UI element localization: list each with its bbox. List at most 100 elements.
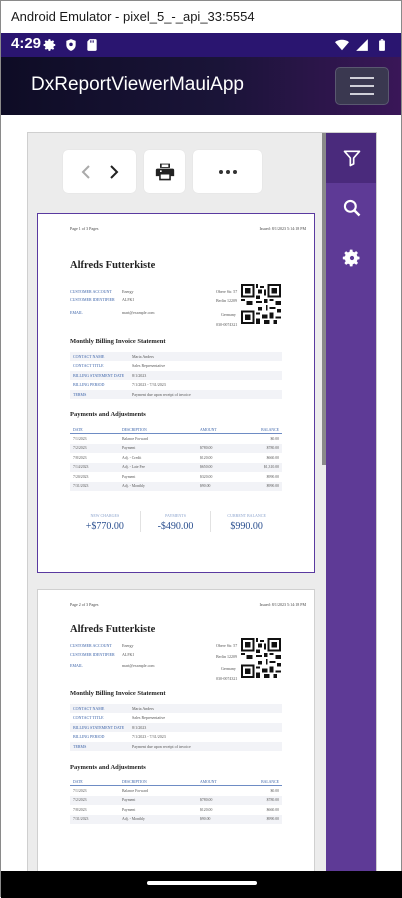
hamburger-menu-icon (350, 77, 374, 79)
hamburger-line (350, 93, 374, 95)
customer-field: CUSTOMER ACCOUNT Energy (70, 289, 133, 294)
header-date: DATE (73, 779, 83, 784)
app-title: DxReportViewerMauiApp (31, 74, 244, 95)
print-button[interactable] (144, 150, 185, 193)
app-bar: DxReportViewerMauiApp (1, 57, 401, 115)
emulator-window: Android Emulator - pixel_5_-_api_33:5554… (0, 0, 402, 898)
address-line: Berlin 12209 (216, 298, 237, 303)
header-amount: AMOUNT (200, 779, 217, 784)
hamburger-line (350, 85, 374, 87)
info-row: CONTACT TITLE Sales Representative (70, 362, 282, 371)
status-time: 4:29 (11, 35, 42, 52)
more-icon (218, 169, 237, 174)
info-value: 7/1/2023 - 7/31/2023 (132, 382, 166, 388)
cell: $320.00 (200, 474, 213, 479)
info-value: 7/1/2023 - 7/31/2023 (132, 734, 166, 740)
address-line: Germany (221, 666, 236, 671)
payments-body: 7/1/2023 Balance Forward $0.00 7/2/2023 Pay… (70, 434, 282, 491)
window-title: Android Emulator - pixel_5_-_api_33:5554 (1, 1, 401, 33)
info-row: BILLING PERIOD 7/1/2023 - 7/31/2023 (70, 381, 282, 390)
info-key: CONTACT NAME (73, 353, 105, 359)
table-row: 7/8/2023 Adj. - Credit $120.00 $660.00 (70, 453, 282, 463)
chevron-left-icon[interactable] (79, 164, 93, 180)
cell: $990.00 (266, 484, 279, 489)
field-key: CUSTOMER IDENTIFIER (70, 652, 115, 657)
cell: $90.00 (200, 817, 211, 822)
summary-value: -$490.00 (157, 521, 194, 532)
viewer-sidebar (326, 133, 376, 876)
cell: $990.00 (266, 474, 279, 479)
address-line: 030-0074321 (216, 676, 238, 681)
info-key: BILLING PERIOD (73, 382, 105, 388)
home-gesture-handle[interactable] (147, 881, 257, 885)
page-nav-group (63, 150, 136, 193)
table-row: 7/1/2023 Balance Forward $0.00 (70, 434, 282, 444)
table-row: 7/8/2023 Payment $120.00 $660.00 (70, 805, 282, 815)
qr-code (241, 284, 281, 324)
cell: $780.00 (200, 798, 213, 803)
info-row: BILLING PERIOD 7/1/2023 - 7/31/2023 (70, 733, 282, 742)
info-key: BILLING STATEMENT DATE (73, 372, 125, 378)
page-number-label: Page 1 of 3 Pages (70, 226, 99, 231)
cell: Payment (122, 798, 136, 803)
more-button[interactable] (193, 150, 262, 193)
cell: 7/20/2023 (73, 474, 89, 479)
cell: 7/31/2023 (73, 484, 89, 489)
android-nav-bar (1, 871, 402, 898)
customer-field: CUSTOMER IDENTIFIER ALFKI (70, 297, 134, 302)
summary-box: NEW CHARGES +$770.00 (70, 511, 141, 532)
filter-button[interactable] (326, 133, 376, 183)
cell: 7/31/2023 (73, 817, 89, 822)
customer-name: Alfreds Futterkiste (70, 624, 156, 635)
header-date: DATE (73, 427, 83, 432)
field-value: ALFKI (122, 652, 134, 657)
cell: 7/8/2023 (73, 807, 87, 812)
customer-name: Alfreds Futterkiste (70, 260, 156, 271)
field-value: Energy (122, 643, 134, 648)
search-icon (343, 199, 361, 217)
header-description: DESCRIPTION (122, 427, 147, 432)
table-row: 7/2/2023 Payment $780.00 $780.00 (70, 443, 282, 453)
filter-icon (343, 150, 361, 167)
header-description: DESCRIPTION (122, 779, 147, 784)
cell: 7/14/2023 (73, 465, 89, 470)
status-bar: 4:29 (1, 33, 401, 57)
payments-body: 7/1/2023 Balance Forward $0.00 7/2/2023 Pay… (70, 786, 282, 824)
statement-info-table: CONTACT NAME Maria Anders CONTACT TITLE Sa… (70, 352, 282, 400)
field-value: mari@example.com (122, 663, 155, 668)
statement-title: Monthly Billing Invoice Statement (70, 338, 166, 345)
field-key: EMAIL (70, 310, 83, 315)
summary-value: +$770.00 (85, 521, 124, 532)
header-amount: AMOUNT (200, 427, 217, 432)
address-line: 030-0074321 (216, 322, 238, 327)
field-value: Energy (122, 289, 134, 294)
issued-label: Issued: 8/1/2023 5:14:18 PM (259, 602, 306, 607)
info-value: Sales Representative (132, 363, 166, 369)
payments-table: DATE DESCRIPTION AMOUNT BALANCE 7/1/2023… (70, 778, 282, 824)
statement-title: Monthly Billing Invoice Statement (70, 690, 166, 697)
info-row: BILLING STATEMENT DATE 8/1/2023 (70, 371, 282, 381)
cell: $1,310.00 (263, 465, 279, 470)
balance-summary: NEW CHARGES +$770.00 PAYMENTS -$490.00 CUR… (70, 511, 282, 532)
table-row: 7/31/2023 Adj. - Monthly $90.00 $990.00 (70, 814, 282, 824)
cell: Adj. - Monthly (122, 484, 145, 489)
search-button[interactable] (326, 183, 376, 233)
report-viewer[interactable]: Page 1 of 3 Pages Issued: 8/1/2023 5:14:… (27, 132, 377, 877)
chevron-right-icon[interactable] (107, 164, 121, 180)
info-row: TERMS Payment due upon receipt of invoice (70, 390, 282, 400)
issued-label: Issued: 8/1/2023 5:14:18 PM (259, 226, 306, 231)
info-key: TERMS (73, 743, 87, 749)
payments-title: Payments and Adjustments (70, 764, 146, 771)
settings-button[interactable] (326, 233, 376, 283)
shield-icon (66, 39, 76, 51)
table-row: 7/14/2023 Adj. - Late Fee $650.00 $1,310.00 (70, 462, 282, 472)
hamburger-menu-button[interactable] (335, 67, 389, 105)
page-number-label: Page 2 of 3 Pages (70, 602, 99, 607)
info-value: 8/1/2023 (132, 372, 147, 378)
table-row: 7/1/2023 Balance Forward $0.00 (70, 786, 282, 796)
cell: 7/1/2023 (73, 436, 87, 441)
sd-card-icon (87, 39, 97, 51)
info-value: Maria Anders (132, 353, 154, 359)
cell: $780.00 (266, 798, 279, 803)
cell: Payment (122, 446, 136, 451)
